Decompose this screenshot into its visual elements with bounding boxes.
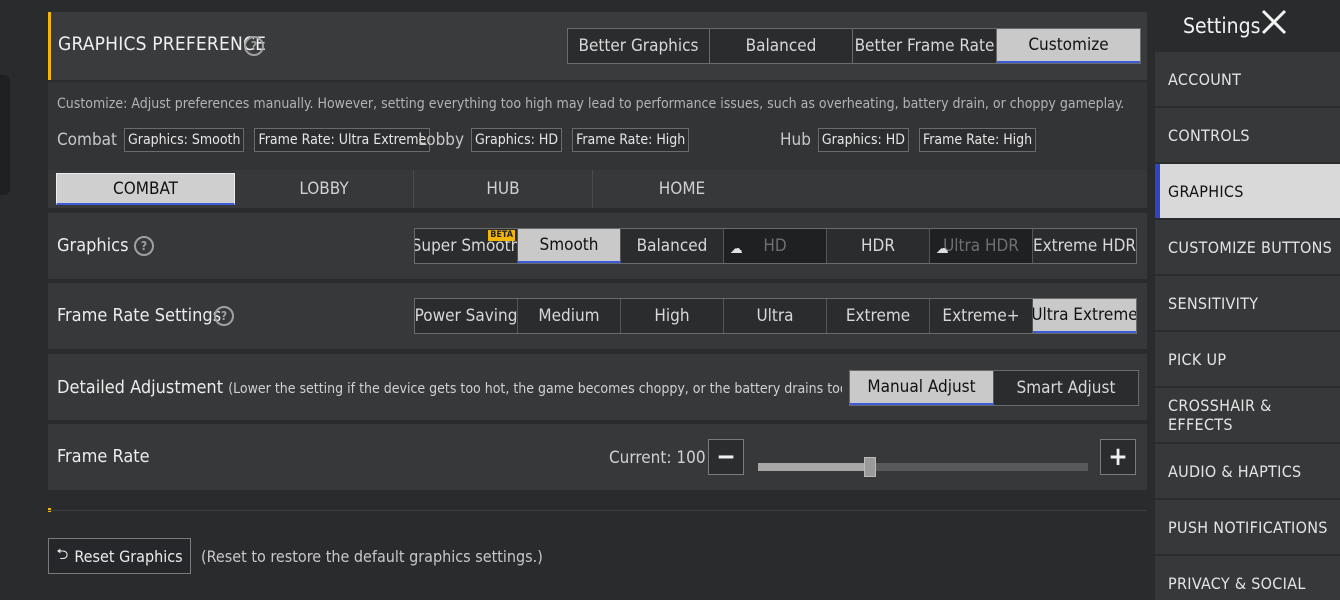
mode-tabs: COMBAT LOBBY HUB HOME bbox=[48, 170, 1147, 208]
graphics-option-ultra-hdr[interactable]: ☁ Ultra HDR bbox=[930, 229, 1033, 263]
lobby-summary: Lobby Graphics: HD Frame Rate: High bbox=[418, 127, 699, 153]
sidebar-item-crosshair-effects[interactable]: CROSSHAIR & EFFECTS bbox=[1155, 388, 1340, 442]
preset-better-frame-rate[interactable]: Better Frame Rate bbox=[853, 29, 997, 63]
cloud-download-icon: ☁ bbox=[936, 241, 949, 257]
detailed-adjustment-label: Detailed Adjustment (Lower the setting i… bbox=[57, 377, 842, 398]
frame-option-ultra-extreme[interactable]: Ultra Extreme bbox=[1033, 299, 1136, 333]
combat-graphics-chip: Graphics: Smooth bbox=[124, 128, 245, 152]
description-panel: Customize: Adjust preferences manually. … bbox=[48, 82, 1147, 176]
frame-rate-settings-label: Frame Rate Settings bbox=[57, 305, 222, 326]
hub-summary-label: Hub bbox=[780, 130, 811, 150]
frame-option-power-saving[interactable]: Power Saving bbox=[415, 299, 518, 333]
frame-rate-settings-row: Frame Rate Settings ? Power Saving Mediu… bbox=[48, 283, 1147, 349]
frame-option-medium[interactable]: Medium bbox=[518, 299, 621, 333]
lobby-graphics-chip: Graphics: HD bbox=[471, 128, 563, 152]
preset-better-graphics[interactable]: Better Graphics bbox=[568, 29, 710, 63]
tab-combat[interactable]: COMBAT bbox=[56, 173, 235, 205]
sidebar-item-customize-buttons[interactable]: CUSTOMIZE BUTTONS bbox=[1155, 220, 1340, 274]
adjust-mode-options: Manual Adjust Smart Adjust bbox=[849, 370, 1139, 406]
question-circle-icon[interactable]: ? bbox=[244, 36, 264, 56]
sidebar-item-push-notifications[interactable]: PUSH NOTIFICATIONS bbox=[1155, 500, 1340, 554]
graphics-label: Graphics bbox=[57, 235, 129, 256]
graphics-option-smooth[interactable]: Smooth bbox=[518, 229, 621, 263]
sidebar-item-controls[interactable]: CONTROLS bbox=[1155, 108, 1340, 162]
reset-graphics-label: Reset Graphics bbox=[74, 546, 183, 566]
minus-icon: − bbox=[716, 442, 736, 472]
left-edge-handle bbox=[0, 75, 10, 195]
graphics-option-balanced[interactable]: Balanced bbox=[621, 229, 724, 263]
combat-summary-label: Combat bbox=[57, 130, 118, 150]
sidebar-item-sensitivity[interactable]: SENSITIVITY bbox=[1155, 276, 1340, 330]
settings-sidebar: Settings ACCOUNT CONTROLS GRAPHICS CUSTO… bbox=[1155, 0, 1340, 600]
detailed-adjustment-note: (Lower the setting if the device gets to… bbox=[228, 381, 842, 397]
lobby-frame-chip: Frame Rate: High bbox=[572, 128, 690, 152]
graphics-preference-title: GRAPHICS PREFERENCE bbox=[58, 33, 267, 55]
hub-frame-chip: Frame Rate: High bbox=[918, 128, 1037, 152]
frame-rate-options: Power Saving Medium High Ultra Extreme E… bbox=[414, 298, 1137, 334]
lobby-summary-label: Lobby bbox=[418, 130, 465, 150]
reset-graphics-button[interactable]: ⮌ Reset Graphics bbox=[48, 538, 191, 574]
sidebar-item-graphics[interactable]: GRAPHICS bbox=[1155, 164, 1340, 218]
graphics-preference-header: GRAPHICS PREFERENCE ? Better Graphics Ba… bbox=[48, 12, 1147, 80]
combat-summary: Combat Graphics: Smooth Frame Rate: Ultr… bbox=[57, 127, 440, 153]
graphics-panel: GRAPHICS PREFERENCE ? Better Graphics Ba… bbox=[48, 12, 1147, 600]
graphics-option-hdr[interactable]: HDR bbox=[827, 229, 930, 263]
question-circle-icon[interactable]: ? bbox=[214, 306, 234, 326]
cloud-download-icon: ☁ bbox=[730, 241, 743, 257]
plus-button[interactable]: + bbox=[1100, 439, 1136, 475]
preset-balanced[interactable]: Balanced bbox=[710, 29, 853, 63]
slider-fill bbox=[758, 463, 871, 471]
frame-option-high[interactable]: High bbox=[621, 299, 724, 333]
manual-adjust-button[interactable]: Manual Adjust bbox=[850, 371, 994, 405]
undo-arrow-icon: ⮌ bbox=[56, 544, 69, 563]
graphics-option-label: Ultra HDR bbox=[943, 236, 1019, 256]
sidebar-item-account[interactable]: ACCOUNT bbox=[1155, 52, 1340, 106]
frame-option-extreme-plus[interactable]: Extreme+ bbox=[930, 299, 1033, 333]
settings-title: Settings bbox=[1183, 14, 1261, 38]
sidebar-item-pick-up[interactable]: PICK UP bbox=[1155, 332, 1340, 386]
frame-rate-label: Frame Rate bbox=[57, 446, 150, 467]
graphics-option-extreme-hdr[interactable]: Extreme HDR bbox=[1033, 229, 1136, 263]
frame-rate-current: Current: 100 bbox=[609, 448, 706, 468]
tab-home[interactable]: HOME bbox=[593, 170, 771, 208]
preset-selector: Better Graphics Balanced Better Frame Ra… bbox=[567, 28, 1141, 64]
customize-description: Customize: Adjust preferences manually. … bbox=[57, 96, 1125, 112]
tab-hub[interactable]: HUB bbox=[414, 170, 593, 208]
graphics-options: Super Smooth BETA Smooth Balanced ☁ HD H… bbox=[414, 228, 1137, 264]
plus-icon: + bbox=[1108, 442, 1128, 472]
frame-rate-row: Frame Rate Current: 100 − + bbox=[48, 424, 1147, 490]
detailed-adjustment-row: Detailed Adjustment (Lower the setting i… bbox=[48, 354, 1147, 420]
preset-customize[interactable]: Customize bbox=[997, 29, 1140, 63]
hub-summary: Hub Graphics: HD Frame Rate: High bbox=[780, 127, 1046, 153]
graphics-option-hd[interactable]: ☁ HD bbox=[724, 229, 827, 263]
graphics-option-label: HD bbox=[763, 236, 787, 256]
graphics-option-super-smooth[interactable]: Super Smooth BETA bbox=[415, 229, 518, 263]
frame-option-ultra[interactable]: Ultra bbox=[724, 299, 827, 333]
beta-badge: BETA bbox=[488, 230, 515, 241]
combat-frame-chip: Frame Rate: Ultra Extreme bbox=[254, 128, 431, 152]
reset-note: (Reset to restore the default graphics s… bbox=[201, 547, 543, 566]
detailed-adjustment-title: Detailed Adjustment bbox=[57, 377, 224, 398]
question-circle-icon[interactable]: ? bbox=[134, 236, 154, 256]
frame-rate-slider[interactable] bbox=[758, 457, 1088, 477]
graphics-label-text: Graphics bbox=[57, 235, 129, 256]
section-divider bbox=[48, 510, 1147, 511]
sidebar-item-privacy-social[interactable]: PRIVACY & SOCIAL bbox=[1155, 556, 1340, 600]
graphics-row: Graphics ? Super Smooth BETA Smooth Bala… bbox=[48, 213, 1147, 279]
hub-graphics-chip: Graphics: HD bbox=[817, 128, 909, 152]
frame-option-extreme[interactable]: Extreme bbox=[827, 299, 930, 333]
sidebar-item-audio-haptics[interactable]: AUDIO & HAPTICS bbox=[1155, 444, 1340, 498]
slider-thumb[interactable] bbox=[864, 457, 877, 477]
smart-adjust-button[interactable]: Smart Adjust bbox=[994, 371, 1138, 405]
tab-lobby[interactable]: LOBBY bbox=[235, 170, 414, 208]
close-icon[interactable] bbox=[1258, 6, 1290, 38]
minus-button[interactable]: − bbox=[708, 439, 744, 475]
